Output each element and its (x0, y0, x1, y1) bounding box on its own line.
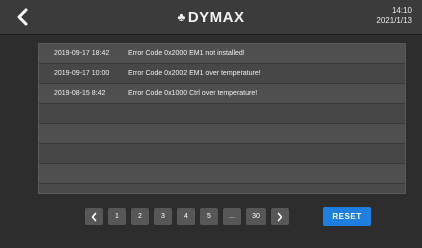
page-button-5[interactable]: 5 (200, 208, 218, 225)
reset-button[interactable]: RESET (323, 207, 371, 226)
log-row (39, 144, 405, 164)
error-log-list: 2019-09-17 18:42 Error Code 0x2000 EM1 n… (38, 43, 406, 194)
log-message: Error Code 0x2002 EM1 over temperature! (128, 70, 261, 77)
chevron-left-icon (91, 212, 97, 221)
clock: 14:10 2021/1/13 (376, 6, 412, 26)
log-row[interactable]: 2019-09-17 18:42 Error Code 0x2000 EM1 n… (39, 44, 405, 64)
log-row (39, 164, 405, 184)
log-message: Error Code 0x2000 EM1 not installed! (128, 50, 245, 57)
chevron-right-icon (277, 212, 283, 221)
log-row (39, 104, 405, 124)
clock-date: 2021/1/13 (376, 16, 412, 25)
page-button-1[interactable]: 1 (108, 208, 126, 225)
log-row[interactable]: 2019-09-17 10:00 Error Code 0x2002 EM1 o… (39, 64, 405, 84)
prev-page-button[interactable] (85, 208, 103, 225)
page-button-2[interactable]: 2 (131, 208, 149, 225)
brand-name: DYMAX (187, 9, 245, 26)
page-button-3[interactable]: 3 (154, 208, 172, 225)
page-button-4[interactable]: 4 (177, 208, 195, 225)
log-message: Error Code 0x1000 Ctrl over temperature! (128, 90, 258, 97)
page-ellipsis-button[interactable]: ... (223, 208, 241, 225)
clock-time: 14:10 (391, 6, 412, 15)
log-timestamp: 2019-09-17 10:00 (54, 70, 110, 77)
log-row[interactable]: 2019-08-15 8:42 Error Code 0x1000 Ctrl o… (39, 84, 405, 104)
log-timestamp: 2019-09-17 18:42 (54, 50, 110, 57)
next-page-button[interactable] (271, 208, 289, 225)
brand-logo: ♣ DYMAX (0, 9, 422, 26)
page-button-30[interactable]: 30 (246, 208, 266, 225)
log-row (39, 124, 405, 144)
top-bar: ♣ DYMAX 14:10 2021/1/13 (0, 0, 422, 35)
log-timestamp: 2019-08-15 8:42 (54, 90, 106, 97)
pagination: 1 2 3 4 5 ... 30 (85, 208, 289, 225)
brand-mark-icon: ♣ (177, 10, 186, 24)
